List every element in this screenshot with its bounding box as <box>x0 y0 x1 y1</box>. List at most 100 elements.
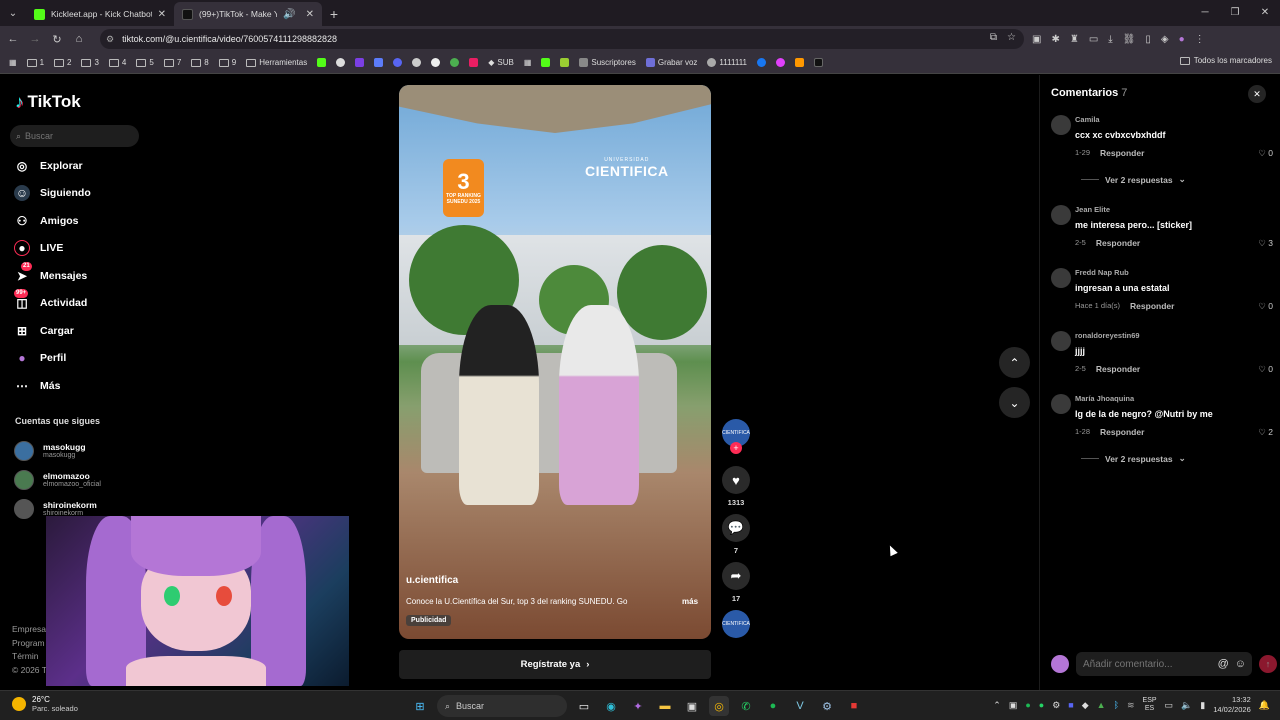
next-video-button[interactable]: ⌄ <box>999 387 1030 418</box>
tray-app-icon[interactable]: ▲ <box>1097 700 1106 710</box>
network-icon[interactable]: ▭ <box>1165 700 1174 711</box>
install-app-icon[interactable]: ⧉ <box>990 32 997 43</box>
mention-icon[interactable]: @ <box>1218 658 1229 670</box>
bookmark-item[interactable] <box>557 58 572 67</box>
bookmark-item[interactable] <box>792 58 807 67</box>
more-button[interactable]: más <box>682 597 698 606</box>
bookmark-folder[interactable]: 8 <box>188 58 211 67</box>
site-info-icon[interactable]: ⚙ <box>106 34 114 45</box>
app-v-icon[interactable]: V <box>790 696 810 716</box>
bookmark-sub[interactable]: ◆ SUB <box>485 58 517 67</box>
avatar[interactable] <box>1051 205 1071 225</box>
apps-grid-icon[interactable]: ▦ <box>6 58 20 67</box>
bookmark-folder[interactable]: 9 <box>216 58 239 67</box>
like-button[interactable]: ♥ <box>722 466 750 494</box>
new-tab-button[interactable]: + <box>322 2 346 26</box>
comment-user[interactable]: María Jhoaquina <box>1075 394 1134 403</box>
tiktok-logo[interactable]: ♪ TikTok <box>15 92 81 112</box>
sidebar-item-perfil[interactable]: ● Perfil <box>14 345 91 373</box>
bookmark-item[interactable]: ▦ <box>521 58 535 67</box>
extension-icon[interactable]: ▣ <box>1032 34 1041 45</box>
weather-widget[interactable]: 26°C Parc. soleado <box>12 695 78 713</box>
sidebar-item-cargar[interactable]: ⊞ Cargar <box>14 317 91 345</box>
send-button[interactable]: ↑ <box>1259 655 1277 673</box>
extensions-puzzle-icon[interactable]: ✱ <box>1051 34 1059 45</box>
prev-video-button[interactable]: ⌃ <box>999 347 1030 378</box>
extension-icon[interactable]: ▭ <box>1089 34 1098 45</box>
file-explorer-icon[interactable]: ▬ <box>655 696 675 716</box>
bookmark-1111111[interactable]: 1111111 <box>704 58 750 67</box>
close-window-button[interactable]: ✕ <box>1250 0 1280 26</box>
volume-icon[interactable]: 🔈 <box>1181 700 1192 711</box>
search-box[interactable]: ⌕ <box>10 125 139 147</box>
sidebar-item-actividad[interactable]: ◫ 99+ Actividad <box>14 289 91 318</box>
reply-button[interactable]: Responder <box>1130 301 1174 311</box>
link-icon[interactable]: ⛓ <box>1123 34 1136 45</box>
windows-start-icon[interactable]: ⊞ <box>410 696 430 716</box>
bookmark-folder[interactable]: 1 <box>24 58 47 67</box>
bookmark-item[interactable] <box>811 58 826 67</box>
sidebar-item-explorar[interactable]: ◎ Explorar <box>14 152 91 180</box>
battery-icon[interactable]: ▮ <box>1200 700 1205 711</box>
comment-user[interactable]: Fredd Nap Rub <box>1075 268 1129 277</box>
sidebar-item-siguiendo[interactable]: ☺ Siguiendo <box>14 180 91 208</box>
reply-button[interactable]: Responder <box>1096 364 1140 374</box>
audio-icon[interactable]: 🔊 <box>283 9 295 20</box>
store-icon[interactable]: ▣ <box>682 696 702 716</box>
comment-button[interactable]: 💬 <box>722 514 750 542</box>
avatar[interactable] <box>1051 115 1071 135</box>
emoji-icon[interactable]: ☺ <box>1235 658 1246 670</box>
language-indicator[interactable]: ESP ES <box>1143 697 1157 713</box>
bookmark-facebook[interactable] <box>754 58 769 67</box>
back-button[interactable]: ← <box>2 33 24 45</box>
minimize-button[interactable]: ─ <box>1190 0 1220 26</box>
whatsapp-icon[interactable]: ✆ <box>736 696 756 716</box>
comment-like[interactable]: ♡ 3 <box>1258 238 1273 249</box>
clock[interactable]: 13:32 14/02/2026 <box>1213 695 1251 715</box>
bluetooth-icon[interactable]: ᛒ <box>1114 700 1119 710</box>
reply-button[interactable]: Responder <box>1100 427 1144 437</box>
follow-plus-icon[interactable]: + <box>730 442 742 454</box>
comment-like[interactable]: ♡ 0 <box>1258 301 1273 312</box>
app-red-icon[interactable]: ■ <box>844 696 864 716</box>
following-item[interactable]: elmomazoo elmomazoo_oficial <box>14 465 101 494</box>
sound-avatar[interactable]: CIENTIFICA <box>722 610 750 638</box>
comment-user[interactable]: Camila <box>1075 115 1100 124</box>
sidebar-item-amigos[interactable]: ⚇ Amigos <box>14 207 91 235</box>
bookmark-folder[interactable]: 5 <box>133 58 156 67</box>
footer-link[interactable]: Empresa <box>12 623 47 637</box>
footer-link[interactable]: Términ <box>12 650 47 664</box>
comment-input[interactable] <box>1083 658 1193 670</box>
sidepanel-icon[interactable]: ▯ <box>1145 34 1151 45</box>
reload-button[interactable]: ↻ <box>46 33 68 46</box>
extension-icon[interactable]: ◈ <box>1161 34 1169 45</box>
creator-avatar[interactable]: CIENTIFICA + <box>722 419 750 454</box>
task-view-icon[interactable]: ▭ <box>574 696 594 716</box>
bookmark-item[interactable] <box>428 58 443 67</box>
edge-icon[interactable]: ◉ <box>601 696 621 716</box>
tray-whatsapp-icon[interactable]: ● <box>1039 700 1044 710</box>
bookmark-item[interactable] <box>538 58 553 67</box>
comment-user[interactable]: Jean Elite <box>1075 205 1110 214</box>
reply-button[interactable]: Responder <box>1096 238 1140 248</box>
bookmark-suscriptores[interactable]: Suscriptores <box>576 58 638 67</box>
comment-user[interactable]: ronaldoreyestin69 <box>1075 331 1140 340</box>
bookmark-item[interactable] <box>371 58 386 67</box>
tray-app-icon[interactable]: ◆ <box>1082 700 1089 711</box>
sidebar-item-live[interactable]: ● LIVE <box>14 235 91 263</box>
register-button[interactable]: Regístrate ya › <box>399 650 711 679</box>
maximize-button[interactable]: ❐ <box>1220 0 1250 26</box>
extension-icon[interactable]: ♜ <box>1070 34 1079 45</box>
bookmark-kick[interactable] <box>314 58 329 67</box>
bookmark-item[interactable] <box>466 58 481 67</box>
chrome-icon[interactable]: ◎ <box>709 696 729 716</box>
steam-icon[interactable]: ⚙ <box>817 696 837 716</box>
download-icon[interactable]: ⤓ <box>1108 34 1112 45</box>
video-player[interactable]: 3 TOP RANKING SUNEDU 2025 UNIVERSIDAD CI… <box>399 85 711 639</box>
notifications-icon[interactable]: 🔔 <box>1259 700 1270 711</box>
sidebar-item-mensajes[interactable]: ➤ 21 Mensajes <box>14 261 91 290</box>
reply-button[interactable]: Responder <box>1100 148 1144 158</box>
tray-app-icon[interactable]: ≋ <box>1127 700 1135 711</box>
bookmark-folder[interactable]: 7 <box>161 58 184 67</box>
comment-like[interactable]: ♡ 2 <box>1258 427 1273 438</box>
